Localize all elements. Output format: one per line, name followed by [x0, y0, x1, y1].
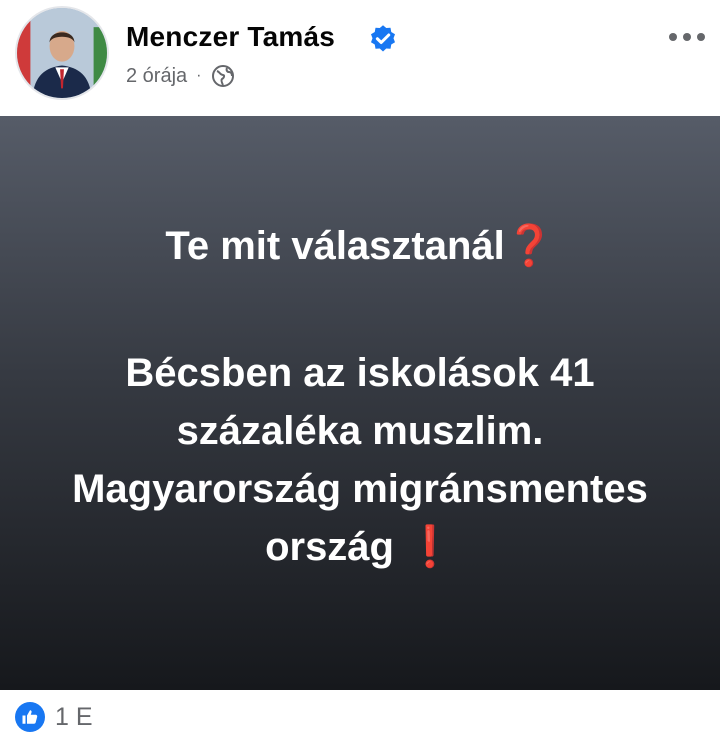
verified-badge-icon [371, 25, 395, 52]
post-text-card[interactable]: Te mit választanál❓ Bécsben az iskolások… [0, 116, 720, 690]
post-body: Bécsben az iskolások 41 százaléka muszli… [0, 344, 720, 576]
body-line-text: ország [265, 525, 394, 569]
avatar-photo [17, 8, 107, 98]
question-mark-emoji: ❓ [504, 224, 555, 268]
author-name[interactable]: Menczer Tamás [126, 21, 335, 53]
author-avatar[interactable] [15, 6, 109, 100]
body-line: százaléka muszlim. [176, 409, 544, 453]
meta-separator: · [196, 67, 202, 84]
post-meta: 2 órája · [126, 63, 235, 89]
globe-icon [212, 65, 235, 87]
post-headline: Te mit választanál❓ [0, 218, 720, 274]
post-timestamp[interactable]: 2 órája [126, 65, 187, 88]
body-line-last: ország ❗ [0, 518, 720, 576]
body-line: Magyarország migránsmentes [72, 467, 648, 511]
body-line: Bécsben az iskolások 41 [125, 351, 595, 395]
post-header: Menczer Tamás 2 órája · [0, 0, 720, 116]
more-options-icon[interactable] [669, 27, 709, 47]
reaction-summary[interactable]: 1 E [15, 702, 93, 732]
thumbs-up-glyph [22, 710, 38, 724]
reaction-count[interactable]: 1 E [55, 703, 93, 732]
more-dot [697, 33, 705, 41]
exclamation-mark-emoji: ❗ [405, 525, 455, 569]
headline-text: Te mit választanál [165, 224, 505, 268]
more-dot [683, 33, 691, 41]
more-dot [669, 33, 677, 41]
like-icon [15, 702, 45, 732]
